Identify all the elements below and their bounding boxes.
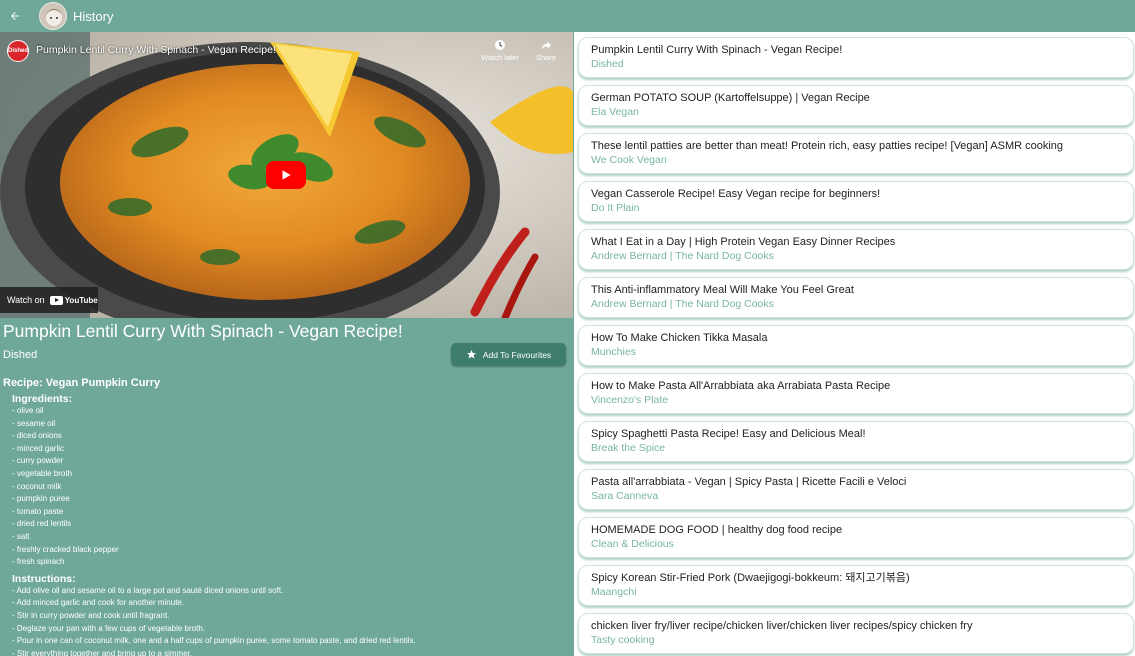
player-title[interactable]: Pumpkin Lentil Curry With Spinach - Vega… bbox=[36, 44, 276, 56]
history-item-title: This Anti-inflammatory Meal Will Make Yo… bbox=[591, 284, 854, 296]
history-item[interactable]: How To Make Chicken Tikka Masala Munchie… bbox=[578, 325, 1134, 366]
history-item-channel: Sara Canneva bbox=[591, 490, 659, 502]
history-item[interactable]: What I Eat in a Day | High Protein Vegan… bbox=[578, 229, 1134, 270]
history-item-title: chicken liver fry/liver recipe/chicken l… bbox=[591, 620, 973, 632]
youtube-logo: YouTube bbox=[49, 295, 98, 305]
ingredients-list: - olive oil - sesame oil - diced onions … bbox=[12, 405, 568, 569]
history-item-channel: Ela Vegan bbox=[591, 106, 639, 118]
ingredient-item: - tomato paste bbox=[12, 506, 64, 516]
history-item[interactable]: These lentil patties are better than mea… bbox=[578, 133, 1134, 174]
history-item[interactable]: chicken liver fry/liver recipe/chicken l… bbox=[578, 613, 1134, 654]
back-button[interactable] bbox=[0, 0, 30, 32]
history-item[interactable]: HOMEMADE DOG FOOD | healthy dog food rec… bbox=[578, 517, 1134, 558]
ingredient-item: - sesame oil bbox=[12, 418, 56, 428]
history-item[interactable]: How to Make Pasta All'Arrabbiata aka Arr… bbox=[578, 373, 1134, 414]
ingredient-item: - minced garlic bbox=[12, 443, 65, 453]
history-item-channel: Munchies bbox=[591, 346, 636, 358]
ingredient-item: - dried red lentils bbox=[12, 519, 72, 529]
app-bar: History bbox=[0, 0, 1135, 32]
instruction-item: - Add olive oil and sesame oil to a larg… bbox=[12, 585, 284, 595]
star-icon bbox=[466, 349, 476, 359]
ingredients-heading: Ingredients: bbox=[12, 393, 73, 405]
video-detail-pane: Dished Pumpkin Lentil Curry With Spinach… bbox=[0, 32, 574, 656]
video-player[interactable]: Dished Pumpkin Lentil Curry With Spinach… bbox=[0, 32, 573, 318]
instructions-heading: Instructions: bbox=[12, 572, 76, 585]
history-item-channel: Clean & Delicious bbox=[591, 538, 674, 550]
history-item-channel: Break the Spice bbox=[591, 442, 666, 454]
history-item[interactable]: This Anti-inflammatory Meal Will Make Yo… bbox=[578, 277, 1134, 318]
watch-later-label: Watch later bbox=[481, 53, 519, 62]
history-item-title: Pumpkin Lentil Curry With Spinach - Vega… bbox=[591, 44, 843, 56]
add-to-favourites-button[interactable]: Add To Favourites bbox=[451, 343, 566, 366]
page-title: History bbox=[73, 8, 114, 24]
video-title: Pumpkin Lentil Curry With Spinach - Vega… bbox=[3, 321, 403, 341]
play-button[interactable] bbox=[266, 161, 306, 189]
instruction-item: - Add minced garlic and cook for another… bbox=[12, 598, 185, 608]
history-list[interactable]: Pumpkin Lentil Curry With Spinach - Vega… bbox=[576, 32, 1135, 656]
history-item-title: What I Eat in a Day | High Protein Vegan… bbox=[591, 236, 896, 248]
share-label: Share bbox=[535, 53, 556, 62]
watch-on-youtube-button[interactable]: Watch on YouTube bbox=[0, 287, 98, 313]
history-item[interactable]: German POTATO SOUP (Kartoffelsuppe) | Ve… bbox=[578, 85, 1134, 126]
history-item-title: Vegan Casserole Recipe! Easy Vegan recip… bbox=[591, 188, 881, 200]
history-item-title: Pasta all'arrabbiata - Vegan | Spicy Pas… bbox=[591, 476, 907, 488]
video-channel: Dished bbox=[3, 349, 38, 361]
history-item-title: Spicy Spaghetti Pasta Recipe! Easy and D… bbox=[591, 428, 866, 440]
history-item[interactable]: Vegan Casserole Recipe! Easy Vegan recip… bbox=[578, 181, 1134, 222]
history-item-title: German POTATO SOUP (Kartoffelsuppe) | Ve… bbox=[591, 92, 870, 104]
history-item[interactable]: Pasta all'arrabbiata - Vegan | Spicy Pas… bbox=[578, 469, 1134, 510]
ingredient-item: - curry powder bbox=[12, 456, 64, 466]
watch-later-button[interactable]: Watch later bbox=[478, 39, 522, 62]
share-button[interactable]: Share bbox=[524, 39, 568, 62]
ingredient-item: - salt bbox=[12, 531, 30, 541]
history-item-channel: Andrew Bernard | The Nard Dog Cooks bbox=[591, 250, 774, 262]
history-item[interactable]: Pumpkin Lentil Curry With Spinach - Vega… bbox=[578, 37, 1134, 78]
add-to-favourites-label: Add To Favourites bbox=[482, 349, 552, 360]
youtube-icon bbox=[49, 295, 63, 305]
channel-logo[interactable]: Dished bbox=[7, 40, 29, 62]
ingredient-item: - coconut milk bbox=[12, 481, 62, 491]
ingredient-item: - fresh spinach bbox=[12, 557, 65, 567]
instruction-item: - Pour in one can of coconut milk, one a… bbox=[12, 636, 416, 646]
share-icon bbox=[541, 41, 551, 49]
ingredient-item: - diced onions bbox=[12, 431, 62, 441]
ingredient-item: - freshly cracked black pepper bbox=[12, 544, 119, 554]
history-item-channel: Maangchi bbox=[591, 586, 637, 598]
play-icon bbox=[282, 170, 291, 180]
avatar[interactable] bbox=[39, 2, 67, 30]
history-item-title: How to Make Pasta All'Arrabbiata aka Arr… bbox=[591, 380, 891, 392]
history-item-title: How To Make Chicken Tikka Masala bbox=[591, 332, 768, 344]
ingredient-item: - olive oil bbox=[12, 406, 44, 415]
history-item[interactable]: Spicy Korean Stir-Fried Pork (Dwaejigogi… bbox=[578, 565, 1134, 606]
history-item-channel: Vincenzo's Plate bbox=[591, 394, 669, 406]
arrow-left-icon bbox=[11, 12, 19, 20]
history-item-channel: Andrew Bernard | The Nard Dog Cooks bbox=[591, 298, 774, 310]
clock-icon bbox=[495, 40, 505, 50]
instruction-item: - Stir in curry powder and cook until fr… bbox=[12, 610, 170, 620]
watch-on-label: Watch on bbox=[7, 295, 45, 305]
history-item-channel: Tasty cooking bbox=[591, 634, 655, 646]
history-item-title: HOMEMADE DOG FOOD | healthy dog food rec… bbox=[591, 524, 843, 536]
history-item[interactable]: Spicy Spaghetti Pasta Recipe! Easy and D… bbox=[578, 421, 1134, 462]
history-item-channel: We Cook Vegan bbox=[591, 154, 667, 166]
recipe-title: Recipe: Vegan Pumpkin Curry bbox=[3, 377, 161, 389]
instructions-list: - Add olive oil and sesame oil to a larg… bbox=[12, 585, 568, 656]
instruction-item: - Deglaze your pan with a few cups of ve… bbox=[12, 623, 205, 633]
recipe-description: Recipe: Vegan Pumpkin Curry Ingredients:… bbox=[3, 377, 568, 656]
ingredient-item: - vegetable broth bbox=[12, 468, 73, 478]
history-item-title: These lentil patties are better than mea… bbox=[591, 140, 1064, 152]
history-item-channel: Do It Plain bbox=[591, 202, 640, 214]
ingredient-item: - pumpkin puree bbox=[12, 494, 70, 504]
history-item-title: Spicy Korean Stir-Fried Pork (Dwaejigogi… bbox=[591, 572, 910, 584]
history-item-channel: Dished bbox=[591, 58, 624, 70]
instruction-item: - Stir everything together and bring up … bbox=[12, 648, 193, 656]
